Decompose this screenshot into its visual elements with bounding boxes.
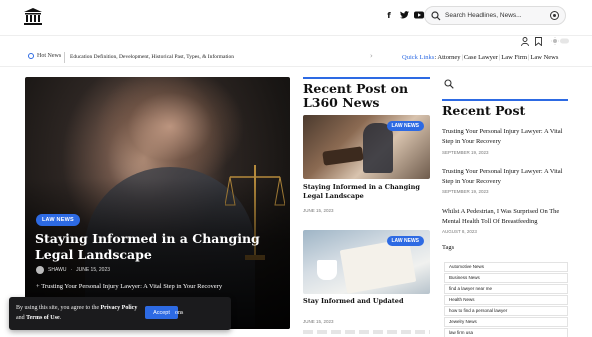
search-input[interactable]: [445, 12, 545, 19]
sidebar-post-title[interactable]: Trusting Your Personal Injury Lawyer: A …: [442, 167, 568, 186]
post-card-image[interactable]: LAW NEWS: [303, 230, 430, 294]
post-card-title[interactable]: Stay Informed and Updated: [303, 297, 430, 306]
tag-link[interactable]: law firm usa: [444, 328, 568, 337]
hero-category-tag[interactable]: LAW NEWS: [36, 214, 80, 226]
quick-links-label: Quick Links: [402, 54, 435, 61]
terms-of-use-link[interactable]: Terms of Use: [26, 315, 59, 321]
tag-link[interactable]: Business News: [444, 273, 568, 283]
sidebar-post-date: AUGUST 8, 2023: [442, 229, 477, 234]
sidebar-post-title[interactable]: Whilst A Pedestrian, I Was Surprised On …: [442, 207, 568, 226]
sidebar-post-date: SEPTEMBER 19, 2023: [442, 150, 489, 155]
tag-link[interactable]: Automotive News: [444, 262, 568, 272]
quick-link-law-firm[interactable]: Law Firm: [501, 54, 527, 61]
post-card-title[interactable]: Staying Informed in a Changing Legal Lan…: [303, 183, 430, 201]
tag-link[interactable]: how to find a personal lawyer: [444, 306, 568, 316]
ticker-divider: [64, 52, 65, 63]
post-card-date: JUNE 15, 2023: [303, 208, 334, 213]
quick-links: Quick Links: Attorney|Case Lawyer|Law Fi…: [402, 54, 559, 61]
post-card-tag[interactable]: LAW NEWS: [386, 236, 424, 246]
ticker-headline[interactable]: Education Definition, Development, Histo…: [70, 54, 234, 60]
tag-link[interactable]: find a lawyer near me: [444, 284, 568, 294]
hero-meta: SHAWU · JUNE 15, 2023: [36, 266, 110, 274]
site-header: f: [0, 0, 592, 36]
social-links: f: [384, 10, 424, 20]
sidebar-accent-bar: [442, 99, 568, 101]
section-accent-bar: [303, 77, 430, 79]
sidebar-post-title[interactable]: Trusting Your Personal Injury Lawyer: A …: [442, 127, 568, 146]
hero-title[interactable]: Staying Informed in a Changing Legal Lan…: [35, 231, 275, 263]
hero-related-tail-text: ons: [175, 310, 184, 316]
bookmark-icon[interactable]: [535, 37, 542, 46]
recent-posts-section: Recent Post on L360 News: [303, 77, 430, 110]
hot-news-ticker: Hot News Education Definition, Developme…: [0, 49, 592, 67]
sidebar-post-date: SEPTEMBER 19, 2023: [442, 189, 489, 194]
youtube-icon[interactable]: [414, 10, 424, 20]
hero-author[interactable]: SHAWU: [48, 267, 66, 273]
ticker-next-arrow-icon[interactable]: ›: [370, 52, 373, 60]
dark-mode-toggle-icon[interactable]: [551, 37, 569, 45]
sidebar-heading: Recent Post: [442, 103, 526, 118]
cookie-consent-banner: By using this site, you agree to the Pri…: [9, 297, 231, 330]
search-submit-icon[interactable]: [550, 11, 559, 20]
quick-link-law-news[interactable]: Law News: [530, 54, 558, 61]
tag-link[interactable]: Health News: [444, 295, 568, 305]
cookie-text: By using this site, you agree to the Pri…: [16, 305, 138, 321]
post-card-tag[interactable]: LAW NEWS: [386, 121, 424, 131]
quick-link-attorney[interactable]: Attorney: [437, 54, 460, 61]
hero-date: JUNE 15, 2023: [76, 267, 111, 273]
hero-featured-post[interactable]: LAW NEWS Staying Informed in a Changing …: [25, 77, 290, 329]
privacy-policy-link[interactable]: Privacy Policy: [101, 305, 138, 311]
cookie-accept-button[interactable]: Accept: [145, 306, 178, 319]
quick-link-case-lawyer[interactable]: Case Lawyer: [464, 54, 498, 61]
facebook-icon[interactable]: f: [384, 10, 394, 20]
hero-related-link[interactable]: + Trusting Your Personal Injury Lawyer: …: [36, 283, 222, 290]
header-search-box[interactable]: [424, 6, 566, 25]
recent-posts-heading: Recent Post on L360 News: [303, 81, 409, 110]
sidebar-search-icon[interactable]: [444, 79, 454, 89]
hot-news-icon: [28, 53, 34, 59]
search-icon: [431, 10, 441, 20]
hot-news-label: Hot News: [28, 53, 61, 59]
tags-heading: Tags: [442, 244, 455, 251]
author-avatar: [36, 266, 44, 274]
post-card-date: JUNE 15, 2023: [303, 319, 334, 324]
newspaper-image: [339, 238, 417, 294]
gavel-image: [322, 146, 364, 166]
user-account-icon[interactable]: [521, 37, 529, 46]
twitter-icon[interactable]: [399, 10, 409, 20]
tag-link[interactable]: Jewelry News: [444, 317, 568, 327]
post-card-image[interactable]: LAW NEWS: [303, 115, 430, 179]
courthouse-logo-icon[interactable]: [24, 8, 42, 25]
loading-placeholder: [303, 330, 430, 334]
